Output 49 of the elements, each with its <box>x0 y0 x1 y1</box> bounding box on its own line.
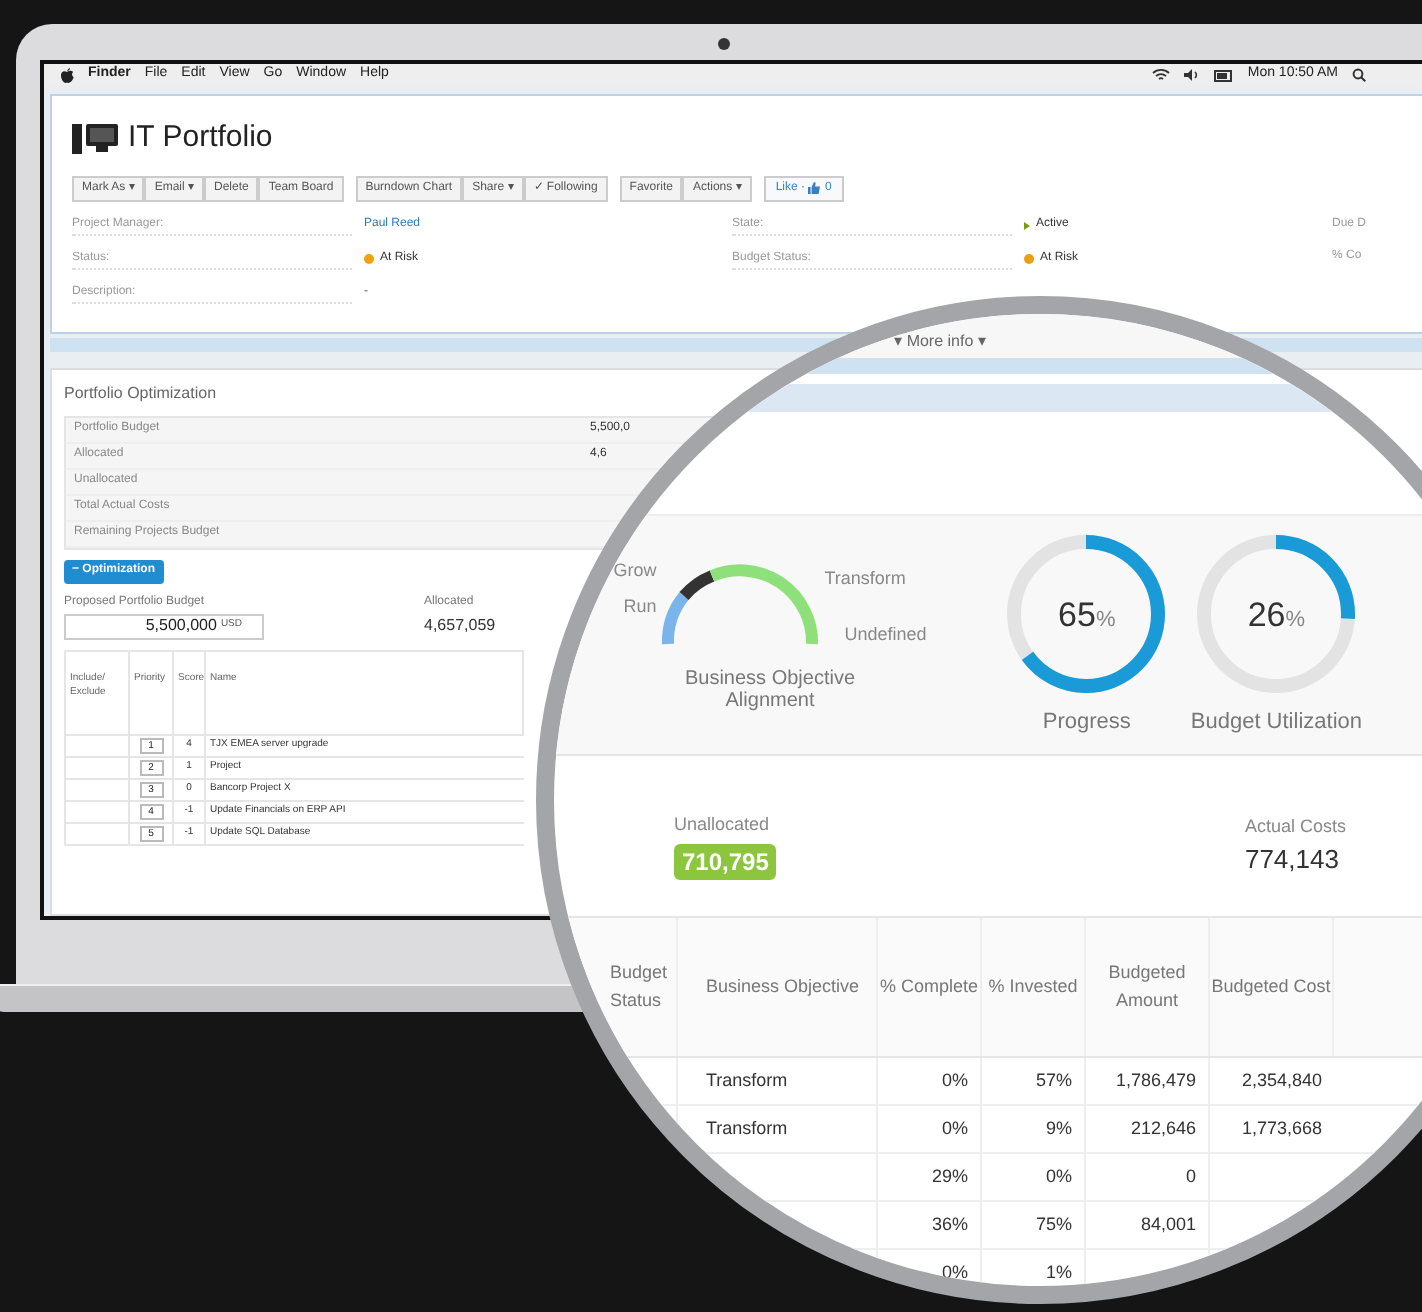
table-cell-text: 29% <box>931 1163 968 1190</box>
table-cell-text: 9% <box>1045 1115 1072 1142</box>
allocated-value: 4,657,059 <box>424 613 496 637</box>
gauge-label: Undefined <box>844 621 927 647</box>
gauge-label: Transform <box>824 566 906 592</box>
table-cell-text: 75% <box>1035 1211 1072 1238</box>
search-icon[interactable] <box>1352 68 1366 82</box>
wifi-icon[interactable] <box>1151 68 1170 82</box>
column-header: Budget Status <box>610 960 670 1013</box>
table-cell-text: 2,354,840 <box>1241 1067 1322 1094</box>
gauge-caption: Business Objective Alignment <box>682 668 858 712</box>
page-title: IT Portfolio <box>128 118 273 158</box>
triangle-icon <box>1024 221 1030 229</box>
unallocated-badge: 710,795 <box>674 843 777 880</box>
column-header: % Complete <box>879 973 979 1000</box>
table-cell-text: 36% <box>931 1211 968 1238</box>
table-cell-text: 1,773,668 <box>1241 1115 1322 1142</box>
stat-value: 774,143 <box>1244 842 1339 878</box>
table-cell-text: 0% <box>941 1067 968 1094</box>
meter-caption: Budget Utilization <box>1190 708 1362 739</box>
gauge-label: Run <box>623 593 657 619</box>
column-header: % Invested <box>988 973 1078 1000</box>
battery-icon[interactable] <box>1213 69 1234 81</box>
table-cell-text: 84,001 <box>1140 1211 1196 1238</box>
column-header: Business Objective <box>706 973 860 1000</box>
gauge-label: Grow <box>613 558 657 584</box>
section-title: Portfolio Optimization <box>64 381 217 405</box>
meter-value: 65% <box>1058 593 1116 637</box>
table-cell-text: 212,646 <box>1130 1115 1196 1142</box>
volume-icon[interactable] <box>1183 68 1200 82</box>
column-header: Budgeted Cost <box>1211 973 1331 1000</box>
stat-label: Unallocated <box>674 812 770 839</box>
table-cell-text: 1,786,479 <box>1115 1067 1196 1094</box>
table-cell-text: Transform <box>706 1067 788 1094</box>
thumbs-up-icon <box>808 182 821 194</box>
meter-caption: Progress <box>1042 708 1131 739</box>
table-cell: 0% <box>941 1259 968 1286</box>
meter-value: 26% <box>1247 593 1306 637</box>
apple-icon[interactable] <box>60 67 74 83</box>
table-cell-text: Transform <box>706 1115 788 1142</box>
computer-icon <box>72 122 120 155</box>
table-cell-text: 0 <box>1185 1163 1196 1190</box>
column-header: Budgeted Amount <box>1106 960 1188 1013</box>
table-cell-text: 57% <box>1035 1067 1072 1094</box>
table-cell-text: 0% <box>941 1115 968 1142</box>
table-cell-text: 0% <box>1045 1163 1072 1190</box>
more-info-link[interactable]: ▾ More info ▾ <box>894 330 986 354</box>
table-cell: 1% <box>1045 1259 1072 1286</box>
stat-label: Actual Costs <box>1244 813 1346 839</box>
